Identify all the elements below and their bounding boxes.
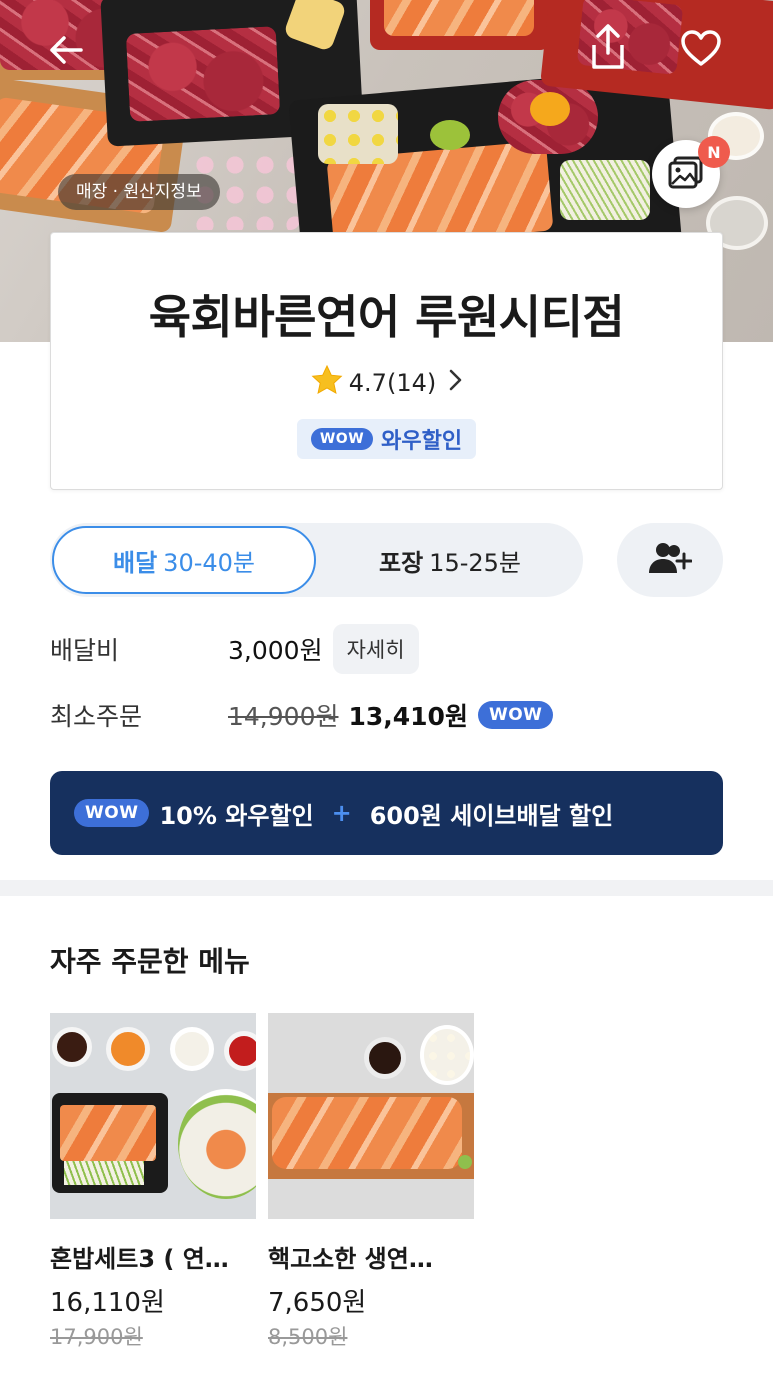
menu-item-original-price: 8,500원 bbox=[268, 1325, 348, 1349]
delivery-tab[interactable]: 배달 30-40분 bbox=[52, 526, 316, 594]
wow-logo: WOW bbox=[477, 701, 554, 729]
frequent-menu-title: 자주 주문한 메뉴 bbox=[50, 945, 250, 978]
heart-icon bbox=[680, 29, 722, 67]
hero-salmon-top bbox=[384, 0, 534, 36]
add-person-icon bbox=[648, 541, 693, 579]
wow-discount-chip: WOW 와우할인 bbox=[296, 419, 477, 459]
wow-discount-text: 10% 와우할인 bbox=[159, 801, 314, 830]
hero-pickles bbox=[318, 104, 398, 164]
wow-logo: WOW bbox=[310, 428, 374, 450]
min-order-discounted-price: 13,410원 bbox=[348, 702, 468, 731]
share-icon bbox=[586, 23, 630, 71]
salmon-slices bbox=[60, 1105, 156, 1161]
menu-item-image bbox=[50, 1013, 256, 1219]
menu-item-image bbox=[268, 1013, 474, 1219]
section-divider bbox=[0, 880, 773, 896]
wasabi bbox=[458, 1155, 472, 1169]
menu-item-name: 핵고소한 생연… bbox=[268, 1245, 433, 1273]
menu-item-original-price: 17,900원 bbox=[50, 1325, 143, 1349]
wow-logo: WOW bbox=[74, 799, 150, 827]
min-order-row: 최소주문 14,900원 13,410원 WOW bbox=[50, 690, 554, 740]
hero-beef-center bbox=[125, 26, 281, 122]
store-name: 육회바른연어 루원시티점 bbox=[148, 290, 625, 344]
hero-egg-yolk bbox=[530, 92, 570, 126]
sauce-cup bbox=[224, 1031, 256, 1071]
takeout-tab[interactable]: 포장 15-25분 bbox=[320, 526, 580, 594]
sauce-cup bbox=[170, 1027, 214, 1071]
store-info-card: 육회바른연어 루원시티점 4.7 (14) WOW 와우할인 bbox=[50, 232, 723, 490]
sauce-cup bbox=[364, 1037, 406, 1079]
poke-bowl bbox=[178, 1089, 256, 1199]
save-delivery-text: 600원 세이브배달 할인 bbox=[369, 801, 614, 830]
min-order-original-price: 14,900원 bbox=[228, 702, 339, 731]
photo-gallery-icon bbox=[668, 155, 704, 193]
menu-item-name: 혼밥세트3 ( 연… bbox=[50, 1245, 229, 1273]
min-order-label: 최소주문 bbox=[50, 702, 143, 731]
delivery-fee-value: 3,000원 bbox=[228, 636, 323, 665]
menu-item-price: 7,650원 bbox=[268, 1288, 367, 1318]
delivery-fee-detail-button[interactable]: 자세히 bbox=[332, 624, 419, 674]
share-button[interactable] bbox=[584, 22, 632, 72]
chevron-right-icon bbox=[448, 369, 462, 397]
origin-info-button[interactable]: 매장 · 원산지정보 bbox=[58, 174, 220, 210]
wow-discount-label: 와우할인 bbox=[381, 429, 463, 454]
order-mode-toggle: 배달 30-40분 포장 15-25분 bbox=[50, 523, 583, 597]
sprouts bbox=[64, 1161, 144, 1185]
delivery-label: 배달 bbox=[113, 548, 158, 577]
wow-discount-banner[interactable]: WOW 10% 와우할인 + 600원 세이브배달 할인 bbox=[50, 771, 723, 855]
sauce-cup bbox=[52, 1027, 92, 1067]
favorite-button[interactable] bbox=[678, 26, 724, 70]
star-icon bbox=[311, 364, 343, 401]
menu-item-price: 16,110원 bbox=[50, 1288, 165, 1318]
review-count: (14) bbox=[386, 369, 437, 397]
salmon-sushi bbox=[272, 1097, 462, 1169]
sauce-cup bbox=[106, 1027, 150, 1071]
back-button[interactable] bbox=[44, 30, 88, 70]
rating-value: 4.7 bbox=[348, 369, 387, 397]
arrow-left-icon bbox=[48, 34, 84, 66]
takeout-time: 15-25분 bbox=[429, 548, 521, 577]
menu-item-card[interactable]: 혼밥세트3 ( 연… 16,110원 17,900원 bbox=[50, 1013, 256, 1351]
hero-wasabi bbox=[430, 120, 470, 150]
plus-icon: + bbox=[331, 799, 352, 827]
delivery-time: 30-40분 bbox=[163, 548, 255, 577]
group-order-button[interactable] bbox=[617, 523, 723, 597]
rating-link[interactable]: 4.7 (14) bbox=[51, 364, 722, 401]
takeout-label: 포장 bbox=[379, 548, 424, 577]
menu-item-card[interactable]: 핵고소한 생연… 7,650원 8,500원 bbox=[268, 1013, 474, 1351]
delivery-fee-row: 배달비 3,000원 자세히 bbox=[50, 624, 419, 674]
hero-sprouts bbox=[560, 160, 650, 220]
garlic-bowl bbox=[420, 1025, 474, 1085]
new-badge: N bbox=[698, 136, 730, 168]
delivery-fee-label: 배달비 bbox=[50, 636, 120, 665]
